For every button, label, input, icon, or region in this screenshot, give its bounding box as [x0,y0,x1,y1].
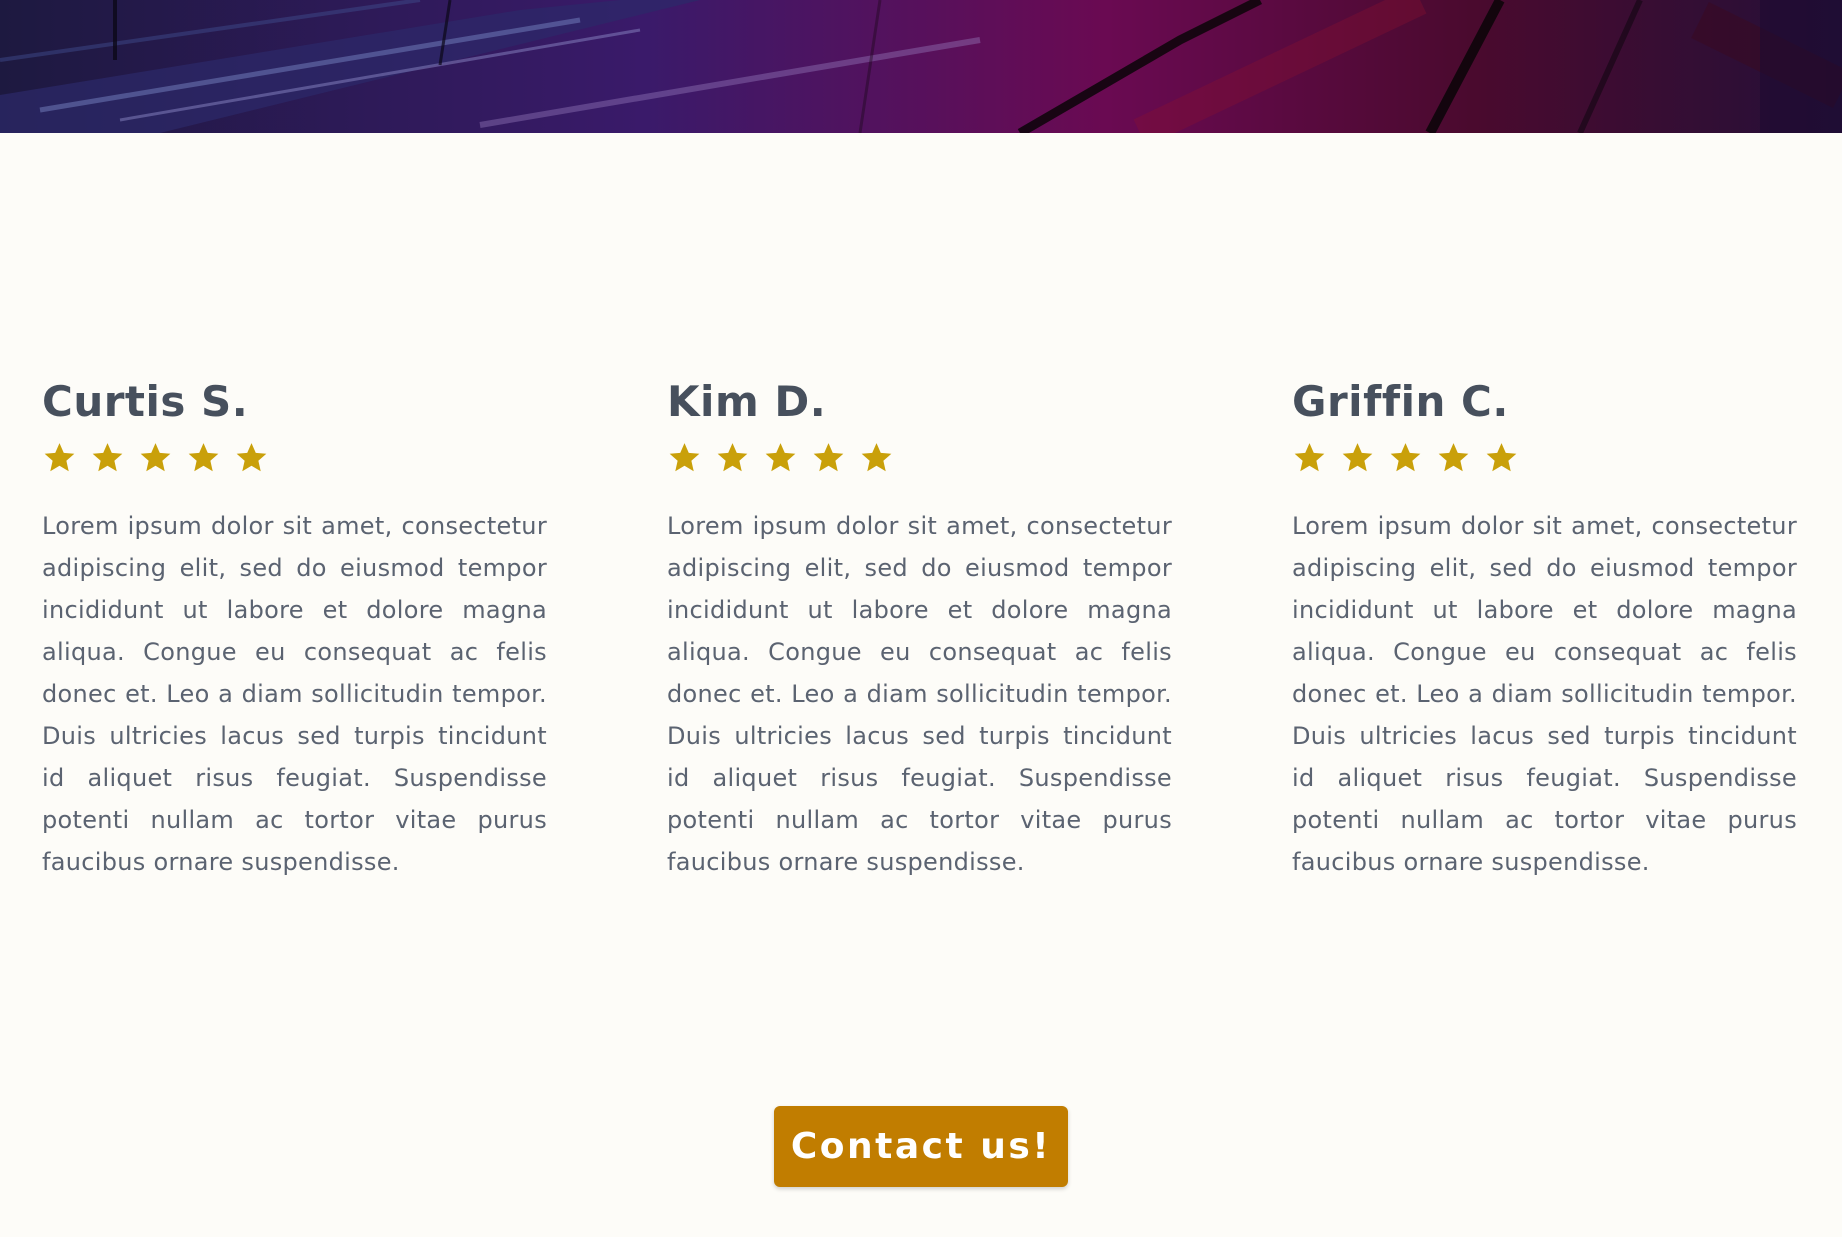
star-icon [1438,442,1469,471]
review-text: Lorem ipsum dolor sit amet, consectetur … [42,512,547,876]
star-icon [1486,442,1517,471]
review-card: Griffin C. Lorem ipsum dolor sit amet, c… [1292,375,1797,883]
reviewer-name: Curtis S. [42,377,249,426]
testimonials-section: Curtis S. Lorem ipsum dolor sit amet, co… [42,375,1797,883]
star-icon [44,442,75,471]
star-icon [813,442,844,471]
review-card: Kim D. Lorem ipsum dolor sit amet, conse… [667,375,1172,883]
review-text: Lorem ipsum dolor sit amet, consectetur … [1292,512,1797,876]
star-rating [1292,439,1797,475]
star-icon [669,442,700,471]
hero-banner-image [0,0,1842,133]
star-icon [236,442,267,471]
star-icon [861,442,892,471]
star-icon [765,442,796,471]
star-rating [42,439,547,475]
star-icon [1294,442,1325,471]
hero-abstract-artwork [0,0,1842,133]
review-card: Curtis S. Lorem ipsum dolor sit amet, co… [42,375,547,883]
star-icon [1390,442,1421,471]
contact-us-button[interactable]: Contact us! [774,1106,1068,1187]
star-icon [717,442,748,471]
reviewer-name: Kim D. [667,377,827,426]
star-rating [667,439,1172,475]
star-icon [92,442,123,471]
review-text: Lorem ipsum dolor sit amet, consectetur … [667,512,1172,876]
star-icon [140,442,171,471]
star-icon [188,442,219,471]
reviewer-name: Griffin C. [1292,377,1509,426]
star-icon [1342,442,1373,471]
